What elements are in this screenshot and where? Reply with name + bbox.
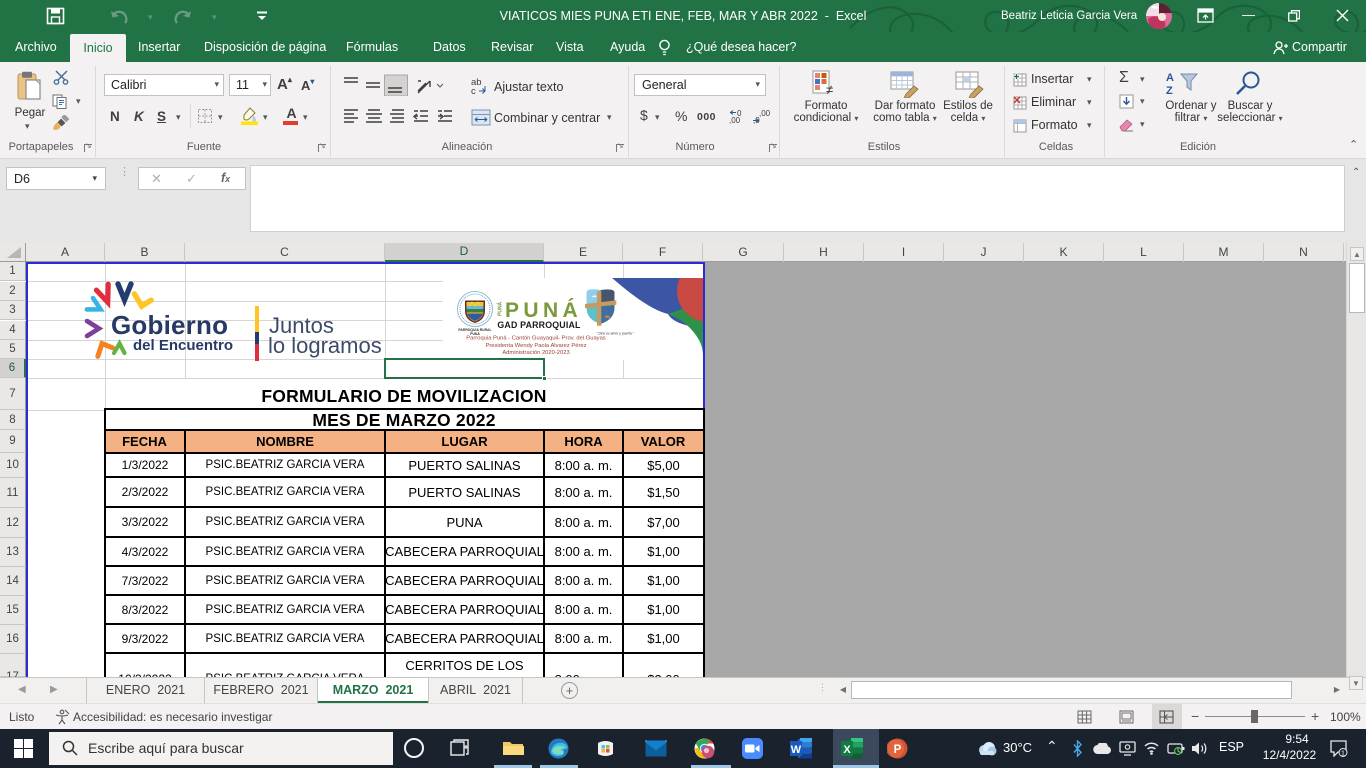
- svg-text:W: W: [791, 744, 802, 756]
- svg-text:1: 1: [1341, 749, 1345, 758]
- svg-text:,00: ,00: [759, 109, 770, 118]
- svg-text:,00: ,00: [729, 116, 741, 125]
- svg-text:del Encuentro: del Encuentro: [133, 337, 233, 354]
- svg-text:Z: Z: [1166, 85, 1173, 97]
- svg-text:Parroquia Puná - Cantón Guayaq: Parroquia Puná - Cantón Guayaquil- Prov.…: [466, 335, 606, 341]
- svg-text:A: A: [1166, 72, 1174, 84]
- svg-text:≠: ≠: [826, 82, 833, 97]
- svg-text:PUNÁ: PUNÁ: [505, 299, 582, 322]
- svg-text:GAD PARROQUIAL: GAD PARROQUIAL: [497, 320, 581, 330]
- svg-text:PUNÁ: PUNÁ: [497, 301, 504, 316]
- svg-text:Gobierno: Gobierno: [111, 310, 228, 340]
- svg-text:lo logramos: lo logramos: [268, 333, 382, 358]
- svg-text:c: c: [471, 86, 476, 96]
- svg-text:P: P: [894, 744, 902, 756]
- svg-text:Administración 2020-2023: Administración 2020-2023: [502, 350, 569, 356]
- svg-text:X: X: [843, 744, 851, 756]
- svg-text:Presidenta Wendy Paola Alvarez: Presidenta Wendy Paola Alvarez Pérez: [485, 343, 586, 349]
